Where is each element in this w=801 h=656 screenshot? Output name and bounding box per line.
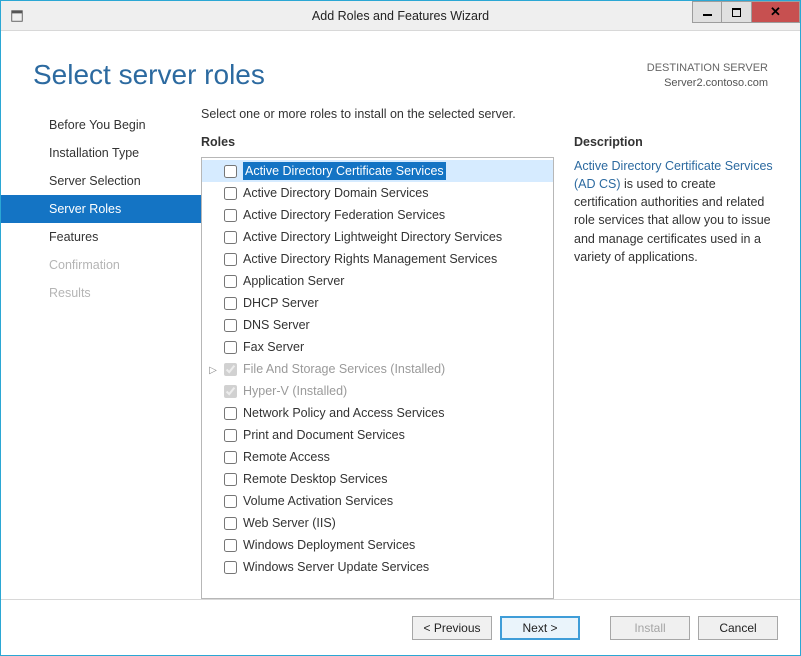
description-column: Description Active Directory Certificate… xyxy=(574,135,780,599)
role-checkbox[interactable] xyxy=(224,253,237,266)
close-button[interactable]: ✕ xyxy=(752,1,800,23)
header: Select server roles DESTINATION SERVER S… xyxy=(1,31,800,103)
previous-button[interactable]: < Previous xyxy=(412,616,492,640)
role-label: Active Directory Rights Management Servi… xyxy=(243,250,497,268)
role-row[interactable]: Windows Deployment Services xyxy=(202,534,553,556)
destination-server: DESTINATION SERVER Server2.contoso.com xyxy=(647,61,768,91)
role-label: Remote Access xyxy=(243,448,330,466)
role-checkbox[interactable] xyxy=(224,473,237,486)
sidebar-item-confirmation: Confirmation xyxy=(1,251,201,279)
page-title: Select server roles xyxy=(33,59,647,91)
sidebar-item-features[interactable]: Features xyxy=(1,223,201,251)
sidebar-item-server-roles[interactable]: Server Roles xyxy=(1,195,201,223)
role-checkbox xyxy=(224,363,237,376)
role-checkbox[interactable] xyxy=(224,231,237,244)
role-checkbox[interactable] xyxy=(224,429,237,442)
description-heading: Description xyxy=(574,135,780,149)
role-checkbox[interactable] xyxy=(224,165,237,178)
columns: Roles Active Directory Certificate Servi… xyxy=(201,135,780,599)
app-icon xyxy=(9,8,25,24)
role-label: Windows Deployment Services xyxy=(243,536,415,554)
role-checkbox[interactable] xyxy=(224,561,237,574)
roles-listbox[interactable]: Active Directory Certificate Services Act… xyxy=(201,157,554,599)
role-row[interactable]: Volume Activation Services xyxy=(202,490,553,512)
role-checkbox[interactable] xyxy=(224,539,237,552)
maximize-button[interactable] xyxy=(722,1,752,23)
role-checkbox[interactable] xyxy=(224,209,237,222)
role-checkbox[interactable] xyxy=(224,187,237,200)
role-row[interactable]: DHCP Server xyxy=(202,292,553,314)
footer: < Previous Next > Install Cancel xyxy=(1,599,800,655)
role-label: Volume Activation Services xyxy=(243,492,393,510)
role-checkbox[interactable] xyxy=(224,495,237,508)
role-row[interactable]: Fax Server xyxy=(202,336,553,358)
expand-icon[interactable]: ▷ xyxy=(208,362,218,380)
roles-heading: Roles xyxy=(201,135,554,149)
role-checkbox[interactable] xyxy=(224,275,237,288)
role-checkbox xyxy=(224,385,237,398)
minimize-button[interactable] xyxy=(692,1,722,23)
role-row[interactable]: Active Directory Domain Services xyxy=(202,182,553,204)
instruction-text: Select one or more roles to install on t… xyxy=(201,107,780,121)
role-checkbox[interactable] xyxy=(224,407,237,420)
cancel-button[interactable]: Cancel xyxy=(698,616,778,640)
role-row: ▷ File And Storage Services (Installed) xyxy=(202,358,553,380)
role-row[interactable]: Print and Document Services xyxy=(202,424,553,446)
role-row[interactable]: Active Directory Rights Management Servi… xyxy=(202,248,553,270)
role-label: Active Directory Federation Services xyxy=(243,206,445,224)
wizard-sidebar: Before You BeginInstallation TypeServer … xyxy=(1,103,201,599)
role-row[interactable]: Network Policy and Access Services xyxy=(202,402,553,424)
role-checkbox[interactable] xyxy=(224,341,237,354)
role-row[interactable]: Active Directory Lightweight Directory S… xyxy=(202,226,553,248)
role-row[interactable]: DNS Server xyxy=(202,314,553,336)
sidebar-item-before-you-begin[interactable]: Before You Begin xyxy=(1,111,201,139)
install-button[interactable]: Install xyxy=(610,616,690,640)
body: Before You BeginInstallation TypeServer … xyxy=(1,103,800,599)
role-checkbox[interactable] xyxy=(224,297,237,310)
destination-label: DESTINATION SERVER xyxy=(647,61,768,76)
role-row[interactable]: Windows Server Update Services xyxy=(202,556,553,578)
role-checkbox[interactable] xyxy=(224,319,237,332)
role-label: Remote Desktop Services xyxy=(243,470,388,488)
role-label: Network Policy and Access Services xyxy=(243,404,444,422)
titlebar: Add Roles and Features Wizard ✕ xyxy=(1,1,800,31)
main-panel: Select one or more roles to install on t… xyxy=(201,103,780,599)
sidebar-item-installation-type[interactable]: Installation Type xyxy=(1,139,201,167)
role-row[interactable]: Active Directory Certificate Services xyxy=(202,160,553,182)
sidebar-item-results: Results xyxy=(1,279,201,307)
role-label: Print and Document Services xyxy=(243,426,405,444)
sidebar-item-server-selection[interactable]: Server Selection xyxy=(1,167,201,195)
role-label: Active Directory Domain Services xyxy=(243,184,428,202)
role-label: File And Storage Services (Installed) xyxy=(243,360,445,378)
destination-value: Server2.contoso.com xyxy=(647,76,768,91)
description-text: Active Directory Certificate Services (A… xyxy=(574,157,780,266)
role-label: Windows Server Update Services xyxy=(243,558,429,576)
role-label: Active Directory Certificate Services xyxy=(243,162,446,180)
role-checkbox[interactable] xyxy=(224,517,237,530)
role-row: Hyper-V (Installed) xyxy=(202,380,553,402)
window-controls: ✕ xyxy=(692,1,800,23)
role-label: Active Directory Lightweight Directory S… xyxy=(243,228,502,246)
role-label: Web Server (IIS) xyxy=(243,514,336,532)
role-label: Application Server xyxy=(243,272,344,290)
role-row[interactable]: Web Server (IIS) xyxy=(202,512,553,534)
roles-column: Roles Active Directory Certificate Servi… xyxy=(201,135,554,599)
role-row[interactable]: Remote Desktop Services xyxy=(202,468,553,490)
role-label: Fax Server xyxy=(243,338,304,356)
wizard-window: Add Roles and Features Wizard ✕ Select s… xyxy=(0,0,801,656)
role-row[interactable]: Active Directory Federation Services xyxy=(202,204,553,226)
role-checkbox[interactable] xyxy=(224,451,237,464)
window-title: Add Roles and Features Wizard xyxy=(312,9,489,23)
role-label: Hyper-V (Installed) xyxy=(243,382,347,400)
role-row[interactable]: Application Server xyxy=(202,270,553,292)
role-row[interactable]: Remote Access xyxy=(202,446,553,468)
role-label: DHCP Server xyxy=(243,294,318,312)
next-button[interactable]: Next > xyxy=(500,616,580,640)
role-label: DNS Server xyxy=(243,316,310,334)
